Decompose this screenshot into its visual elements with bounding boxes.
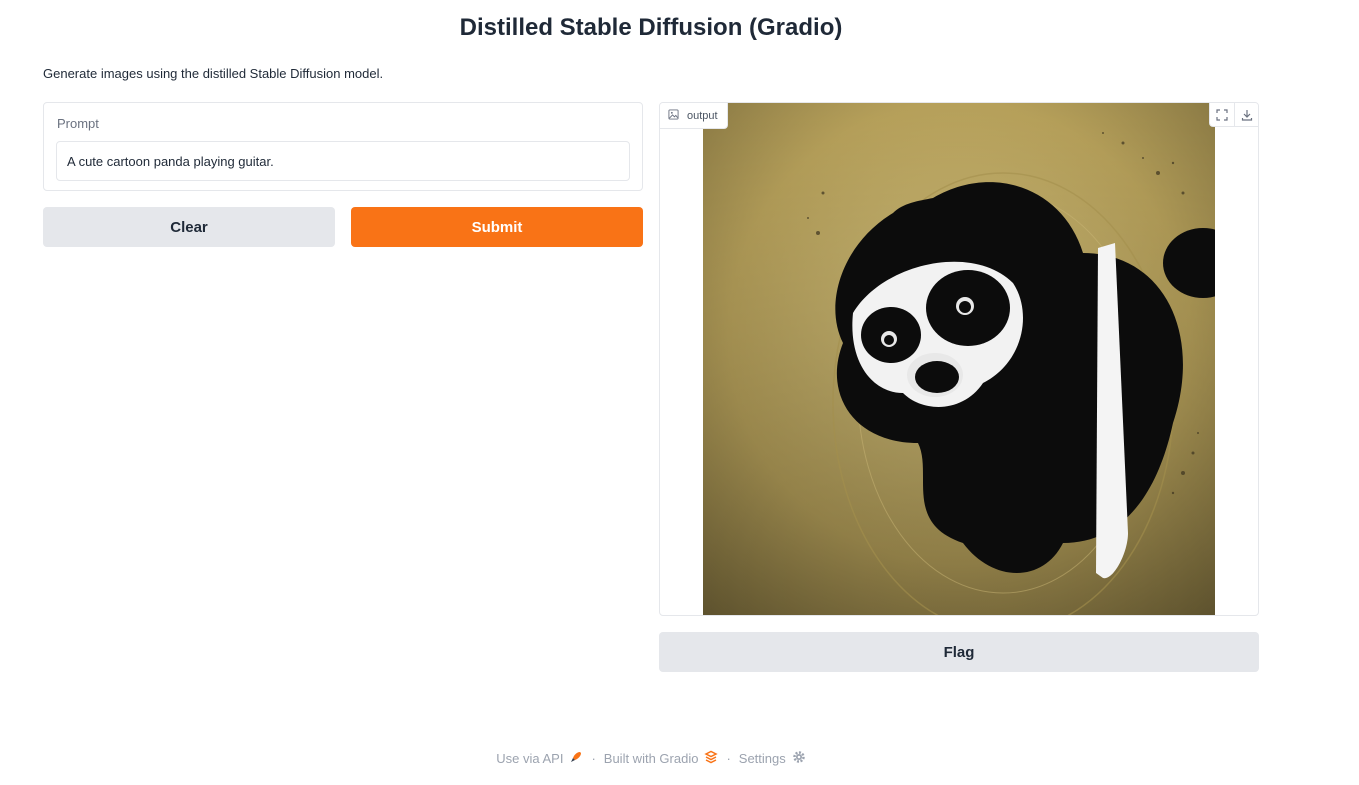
output-image-block: output xyxy=(659,102,1259,616)
use-via-api-label: Use via API xyxy=(496,751,564,766)
rocket-icon xyxy=(569,750,583,767)
prompt-block: Prompt xyxy=(43,102,643,191)
page-title: Distilled Stable Diffusion (Gradio) xyxy=(459,14,843,41)
fullscreen-icon[interactable] xyxy=(1210,103,1234,127)
footer-separator: · xyxy=(591,751,596,766)
image-icon xyxy=(668,108,679,123)
output-label-tag: output xyxy=(660,103,728,129)
gradio-logo-icon xyxy=(704,750,719,767)
settings-label: Settings xyxy=(738,751,786,766)
built-with-gradio-label: Built with Gradio xyxy=(603,751,699,766)
settings-link[interactable]: Settings xyxy=(739,750,806,767)
output-label: output xyxy=(687,109,718,122)
footer-separator: · xyxy=(726,751,731,766)
generated-image xyxy=(703,103,1215,615)
footer: Use via API · Built with Gradio · Settin… xyxy=(0,750,1302,767)
use-via-api-link[interactable]: Use via API xyxy=(496,750,583,767)
prompt-label: Prompt xyxy=(57,116,99,131)
prompt-input[interactable] xyxy=(56,141,630,181)
built-with-gradio-link[interactable]: Built with Gradio xyxy=(604,750,719,767)
clear-button[interactable]: Clear xyxy=(43,207,335,247)
flag-button[interactable]: Flag xyxy=(659,632,1259,672)
submit-button[interactable]: Submit xyxy=(351,207,643,247)
output-toolbar xyxy=(1209,103,1258,127)
page-description: Generate images using the distilled Stab… xyxy=(43,66,384,81)
gear-icon xyxy=(792,750,806,767)
download-icon[interactable] xyxy=(1234,103,1258,127)
